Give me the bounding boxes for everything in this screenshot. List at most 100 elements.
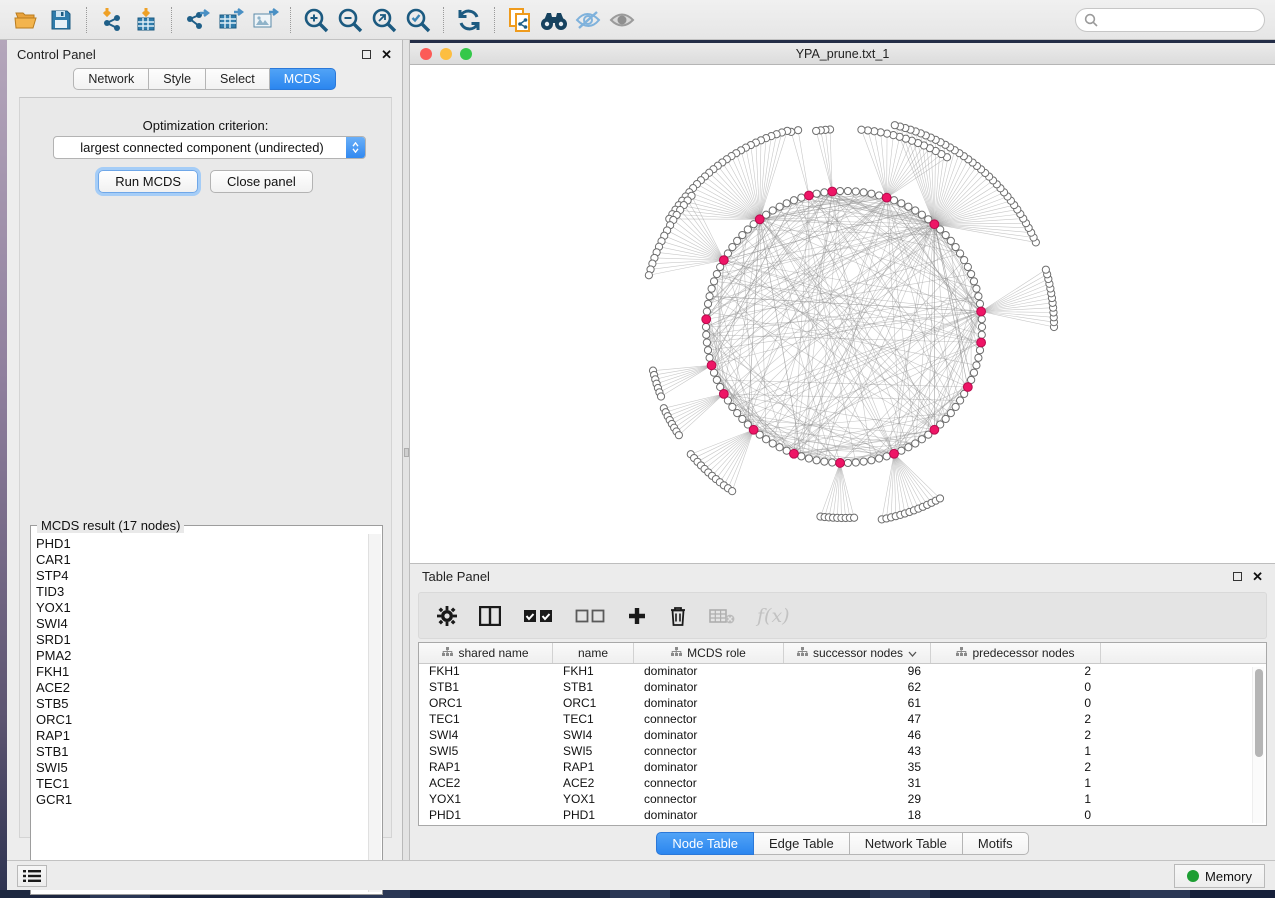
ring-node[interactable] [744,226,751,233]
ring-node[interactable] [860,189,867,196]
ring-node[interactable] [708,285,715,292]
ring-node[interactable] [973,285,980,292]
export-network-icon[interactable] [180,5,214,35]
ring-node[interactable] [713,270,720,277]
ring-node[interactable] [798,453,805,460]
ring-node[interactable] [947,237,954,244]
dominator-node[interactable] [882,193,891,202]
ring-node[interactable] [978,323,985,330]
table-settings-gear-icon[interactable] [437,606,457,626]
mcds-result-item[interactable]: ORC1 [36,712,369,728]
ring-node[interactable] [739,415,746,422]
show-columns-icon[interactable] [479,606,501,626]
ring-node[interactable] [905,444,912,451]
table-row[interactable]: YOX1YOX1connector291 [419,792,1266,808]
ring-node[interactable] [898,200,905,207]
dominator-node[interactable] [977,307,986,316]
ring-node[interactable] [790,197,797,204]
mcds-result-item[interactable]: FKH1 [36,664,369,680]
mcds-result-item[interactable]: SRD1 [36,632,369,648]
ring-node[interactable] [703,339,710,346]
ring-node[interactable] [763,436,770,443]
ring-node[interactable] [970,369,977,376]
mcds-result-item[interactable]: PMA2 [36,648,369,664]
leaf-node[interactable] [813,127,820,134]
ring-node[interactable] [905,203,912,210]
leaf-node[interactable] [795,127,802,134]
ring-node[interactable] [734,237,741,244]
tab-mcds[interactable]: MCDS [270,68,336,90]
ring-node[interactable] [973,362,980,369]
table-scrollbar-thumb[interactable] [1255,669,1263,757]
tab-select[interactable]: Select [206,68,270,90]
ring-node[interactable] [729,243,736,250]
ring-node[interactable] [739,231,746,238]
dominator-node[interactable] [890,449,899,458]
mcds-list-scrollbar[interactable] [368,534,381,892]
ring-node[interactable] [829,459,836,466]
leaf-node[interactable] [1042,266,1049,273]
ring-node[interactable] [875,455,882,462]
import-network-icon[interactable] [95,5,129,35]
mcds-result-item[interactable]: SWI5 [36,760,369,776]
column-header-name[interactable]: name [553,643,634,663]
float-table-panel-icon[interactable] [1233,572,1242,581]
zoom-in-icon[interactable] [299,5,333,35]
splitter-grip[interactable] [404,448,409,457]
search-input[interactable] [1098,13,1248,27]
ring-node[interactable] [844,459,851,466]
toggle-preview-icon[interactable] [571,5,605,35]
ring-node[interactable] [713,376,720,383]
ring-node[interactable] [918,436,925,443]
close-table-panel-icon[interactable]: ✕ [1252,572,1263,581]
mcds-result-item[interactable]: TID3 [36,584,369,600]
ring-node[interactable] [821,189,828,196]
mcds-result-item[interactable]: PHD1 [36,536,369,552]
minimize-window-icon[interactable] [440,48,452,60]
float-panel-icon[interactable] [362,50,371,59]
table-tab-node-table[interactable]: Node Table [656,832,754,855]
zoom-out-icon[interactable] [333,5,367,35]
ring-node[interactable] [976,347,983,354]
open-file-icon[interactable] [10,5,44,35]
search-box[interactable] [1075,8,1265,32]
add-column-icon[interactable] [627,606,647,626]
leaf-node[interactable] [936,495,943,502]
ring-node[interactable] [964,263,971,270]
leaf-node[interactable] [851,514,858,521]
ring-node[interactable] [821,458,828,465]
dominator-node[interactable] [707,361,716,370]
dominator-node[interactable] [790,449,799,458]
tab-network[interactable]: Network [73,68,149,90]
ring-node[interactable] [970,278,977,285]
leaf-node[interactable] [729,488,736,495]
delete-column-icon[interactable] [669,605,687,626]
import-table-icon[interactable] [129,5,163,35]
dominator-node[interactable] [719,389,728,398]
ring-node[interactable] [813,190,820,197]
show-graphics-icon[interactable] [605,5,639,35]
ring-node[interactable] [734,409,741,416]
duplicate-network-icon[interactable] [503,5,537,35]
table-row[interactable]: SWI5SWI5connector431 [419,744,1266,760]
ring-node[interactable] [961,257,968,264]
close-panel-button[interactable]: Close panel [210,170,313,193]
ring-node[interactable] [883,453,890,460]
close-panel-icon[interactable]: ✕ [381,50,392,59]
ring-node[interactable] [912,207,919,214]
ring-node[interactable] [956,397,963,404]
task-history-button[interactable] [17,865,47,887]
dominator-node[interactable] [755,215,764,224]
maximize-window-icon[interactable] [460,48,472,60]
ring-node[interactable] [968,270,975,277]
ring-node[interactable] [704,347,711,354]
ring-node[interactable] [868,457,875,464]
ring-node[interactable] [706,354,713,361]
ring-node[interactable] [798,194,805,201]
table-row[interactable]: RAP1RAP1dominator352 [419,760,1266,776]
mcds-result-list[interactable]: PHD1CAR1STP4TID3YOX1SWI4SRD1PMA2FKH1ACE2… [32,534,369,892]
ring-node[interactable] [805,455,812,462]
dominator-node[interactable] [930,425,939,434]
deselect-all-icon[interactable] [575,609,605,623]
ring-node[interactable] [729,403,736,410]
